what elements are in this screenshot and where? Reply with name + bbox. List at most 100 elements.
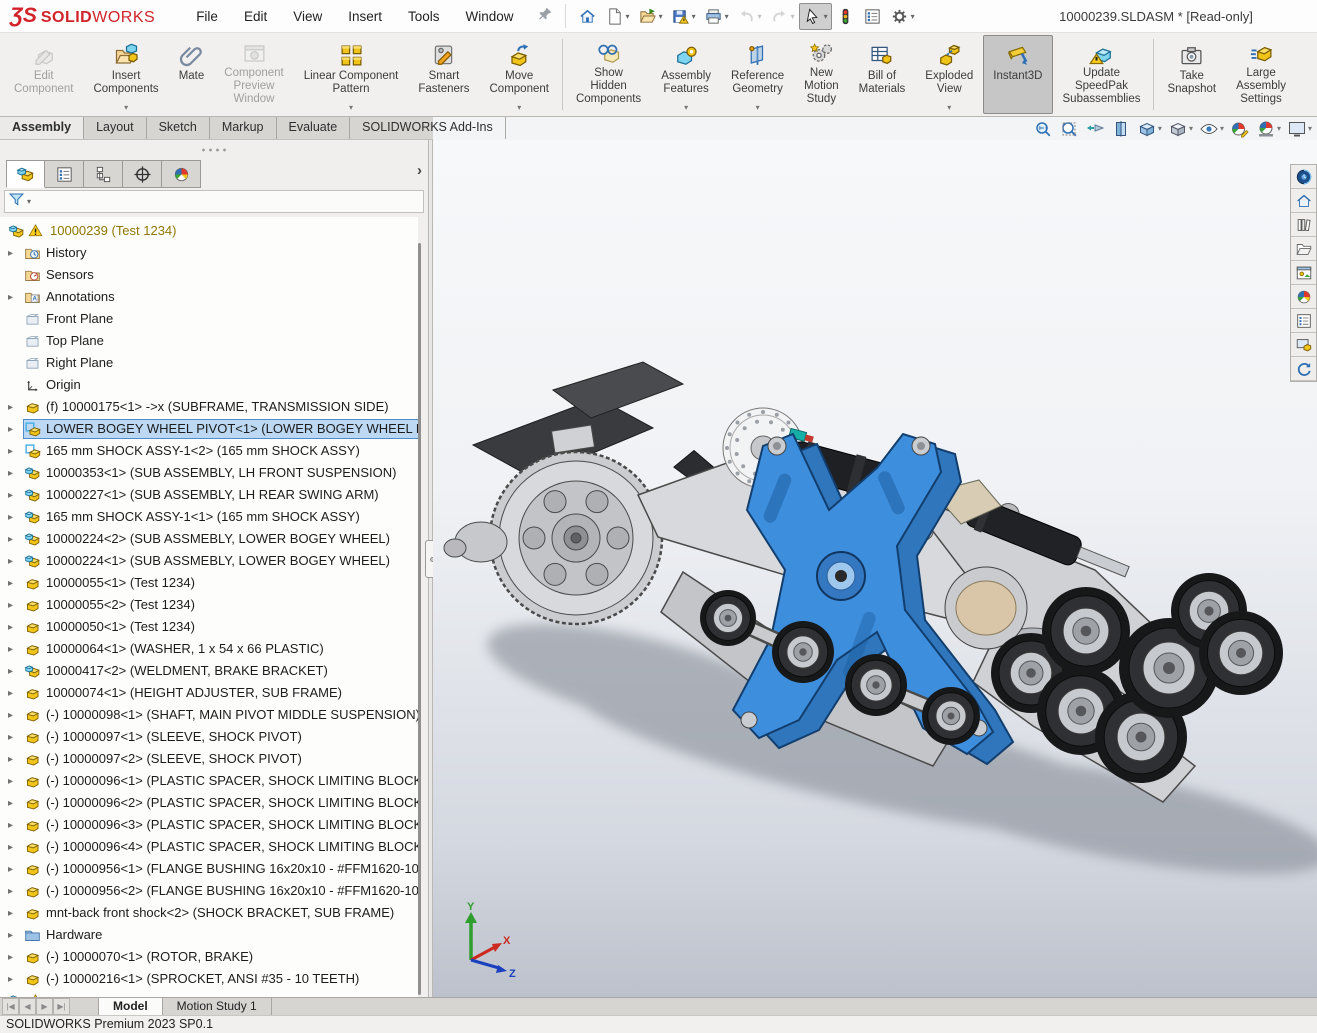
menu-window[interactable]: Window [453, 3, 527, 30]
taskpane-custom-properties-button[interactable] [1291, 309, 1316, 333]
taskpane-appearances-scenes-button[interactable] [1291, 285, 1316, 309]
first-tab-button[interactable]: |◀ [2, 998, 19, 1015]
tree-row[interactable]: ▸10000074<1> (HEIGHT ADJUSTER, SUB FRAME… [0, 682, 418, 704]
expand-arrow-icon[interactable]: ▸ [8, 974, 24, 985]
taskpane-resources-home-button[interactable] [1291, 189, 1316, 213]
expand-arrow-icon[interactable]: ▸ [8, 688, 24, 699]
ribbon-smart-fasteners-button[interactable]: Smart Fasteners [408, 35, 479, 114]
tab-evaluate[interactable]: Evaluate [277, 117, 351, 139]
dropdown-arrow-icon[interactable]: ▾ [758, 12, 762, 21]
save-button[interactable]: ▾ [667, 3, 700, 30]
menu-insert[interactable]: Insert [335, 3, 395, 30]
dropdown-arrow-icon[interactable]: ▾ [756, 103, 760, 112]
tab-sketch[interactable]: Sketch [147, 117, 210, 139]
menu-tools[interactable]: Tools [395, 3, 453, 30]
ribbon-move-component-button[interactable]: Move Component▾ [480, 35, 559, 114]
last-tab-button[interactable]: ▶| [53, 998, 70, 1015]
expand-arrow-icon[interactable]: ▸ [8, 754, 24, 765]
expand-arrow-icon[interactable]: ▸ [8, 732, 24, 743]
tree-row[interactable]: Sensors [0, 264, 418, 286]
dropdown-arrow-icon[interactable]: ▾ [1158, 124, 1162, 133]
taskpane-forum-button[interactable] [1291, 333, 1316, 357]
undo-button[interactable]: ▾ [733, 3, 766, 30]
view-settings-button[interactable]: ▾ [1287, 119, 1312, 139]
tree-row[interactable]: ▸(-) 10000956<1> (FLANGE BUSHING 16x20x1… [0, 858, 418, 880]
expand-arrow-icon[interactable]: ▸ [8, 776, 24, 787]
taskpane-view-palette-button[interactable] [1291, 261, 1316, 285]
dropdown-arrow-icon[interactable]: ▾ [947, 103, 951, 112]
section-view-button[interactable] [1111, 119, 1131, 139]
new-document-button[interactable]: ▾ [601, 3, 634, 30]
tree-row[interactable]: Origin [0, 374, 418, 396]
ribbon-reference-geometry-button[interactable]: Reference Geometry▾ [721, 35, 794, 114]
tree-row[interactable]: ▸(-) 10000096<1> (PLASTIC SPACER, SHOCK … [0, 770, 418, 792]
ribbon-take-snapshot-button[interactable]: Take Snapshot [1157, 35, 1226, 114]
ribbon-exploded-view-button[interactable]: Exploded View▾ [915, 35, 983, 114]
tree-scrollbar[interactable] [418, 243, 421, 995]
bottom-tab-motion-study-1[interactable]: Motion Study 1 [163, 998, 272, 1015]
ribbon-linear-component-pattern-button[interactable]: Linear Component Pattern▾ [294, 35, 409, 114]
ribbon-show-hidden-components-button[interactable]: Show Hidden Components [566, 35, 651, 114]
tree-row[interactable]: ▸ [0, 990, 418, 997]
tab-markup[interactable]: Markup [210, 117, 277, 139]
tree-row[interactable]: ▸AAnnotations [0, 286, 418, 308]
apply-scene-button[interactable]: ▾ [1256, 119, 1281, 139]
ribbon-new-motion-study-button[interactable]: New Motion Study [794, 35, 849, 114]
dropdown-arrow-icon[interactable]: ▾ [124, 103, 128, 112]
expand-arrow-icon[interactable]: ▸ [8, 710, 24, 721]
expand-arrow-icon[interactable]: ▸ [8, 578, 24, 589]
dropdown-arrow-icon[interactable]: ▾ [626, 12, 630, 21]
expand-arrow-icon[interactable]: ▸ [8, 292, 24, 303]
tree-row[interactable]: ▸10000050<1> (Test 1234) [0, 616, 418, 638]
dropdown-arrow-icon[interactable]: ▾ [517, 103, 521, 112]
dropdown-arrow-icon[interactable]: ▾ [1277, 124, 1281, 133]
expand-arrow-icon[interactable]: ▸ [8, 248, 24, 259]
tree-row[interactable]: ▸10000064<1> (WASHER, 1 x 54 x 66 PLASTI… [0, 638, 418, 660]
tree-row[interactable]: ▸History [0, 242, 418, 264]
menu-file[interactable]: File [183, 3, 231, 30]
previous-view-button[interactable] [1085, 119, 1105, 139]
panel-drag-handle[interactable] [200, 148, 226, 152]
taskpane-3dexperience-button[interactable] [1291, 165, 1316, 189]
zoom-to-fit-button[interactable] [1033, 119, 1053, 139]
expand-arrow-icon[interactable]: ▸ [8, 424, 24, 435]
dropdown-arrow-icon[interactable]: ▾ [725, 12, 729, 21]
tree-row[interactable]: ▸10000353<1> (SUB ASSEMBLY, LH FRONT SUS… [0, 462, 418, 484]
tree-row[interactable]: ▸10000055<2> (Test 1234) [0, 594, 418, 616]
taskpane-design-library-button[interactable] [1291, 213, 1316, 237]
panel-tab-featuremanager-design-tree[interactable] [6, 160, 45, 188]
taskpane-file-explorer-button[interactable] [1291, 237, 1316, 261]
tree-row[interactable]: Top Plane [0, 330, 418, 352]
expand-arrow-icon[interactable]: ▸ [8, 798, 24, 809]
view-orientation-button[interactable]: ▾ [1137, 119, 1162, 139]
ribbon-assembly-features-button[interactable]: Assembly Features▾ [651, 35, 721, 114]
dropdown-arrow-icon[interactable]: ▾ [791, 12, 795, 21]
redo-button[interactable]: ▾ [766, 3, 799, 30]
ribbon-mate-button[interactable]: Mate [169, 35, 215, 114]
ribbon-bill-of-materials-button[interactable]: Bill of Materials [849, 35, 916, 114]
prev-tab-button[interactable]: ◀ [19, 998, 36, 1015]
tree-row[interactable]: ▸10000227<1> (SUB ASSEMBLY, LH REAR SWIN… [0, 484, 418, 506]
tree-row[interactable]: ▸(-) 10000096<4> (PLASTIC SPACER, SHOCK … [0, 836, 418, 858]
tree-row[interactable]: ▸Hardware [0, 924, 418, 946]
expand-arrow-icon[interactable]: ▸ [8, 446, 24, 457]
dropdown-arrow-icon[interactable]: ▾ [692, 12, 696, 21]
home-button[interactable] [574, 3, 601, 30]
tab-assembly[interactable]: Assembly [0, 117, 84, 139]
pin-menu-icon[interactable] [533, 6, 557, 27]
tree-row[interactable]: ▸(-) 10000097<1> (SLEEVE, SHOCK PIVOT) [0, 726, 418, 748]
tree-row[interactable]: ▸(-) 10000216<1> (SPROCKET, ANSI #35 - 1… [0, 968, 418, 990]
tree-row[interactable]: 10000239 (Test 1234) [0, 220, 418, 242]
bottom-tab-model[interactable]: Model [98, 998, 163, 1015]
dropdown-arrow-icon[interactable]: ▾ [659, 12, 663, 21]
zoom-to-area-button[interactable] [1059, 119, 1079, 139]
tree-row[interactable]: ▸(-) 10000097<2> (SLEEVE, SHOCK PIVOT) [0, 748, 418, 770]
expand-arrow-icon[interactable]: ▸ [8, 644, 24, 655]
tree-row[interactable]: ▸(-) 10000956<2> (FLANGE BUSHING 16x20x1… [0, 880, 418, 902]
expand-arrow-icon[interactable]: ▸ [8, 842, 24, 853]
tree-row[interactable]: ▸10000224<2> (SUB ASSMEBLY, LOWER BOGEY … [0, 528, 418, 550]
tree-row[interactable]: ▸(f) 10000175<1> ->x (SUBFRAME, TRANSMIS… [0, 396, 418, 418]
expand-arrow-icon[interactable]: ▸ [8, 930, 24, 941]
tree-filter-input[interactable] [31, 193, 420, 210]
expand-arrow-icon[interactable]: ▸ [8, 886, 24, 897]
